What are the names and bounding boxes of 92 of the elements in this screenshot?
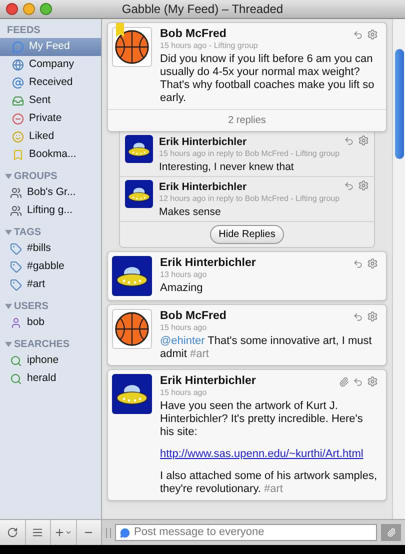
sidebar-item[interactable]: iphone	[0, 352, 101, 370]
section-header: USERS	[14, 300, 48, 314]
grip-icon[interactable]	[106, 528, 111, 538]
caret-icon[interactable]	[65, 529, 72, 536]
sidebar-item[interactable]: Private	[0, 110, 101, 128]
author-name: Erik Hinterbichler	[159, 180, 248, 194]
message-text: Makes sense	[159, 206, 222, 218]
tag-icon	[10, 279, 22, 291]
sidebar-item[interactable]: bob	[0, 314, 101, 332]
author-name: Erik Hinterbichler	[160, 256, 257, 270]
post-meta: 12 hours ago in reply to Bob McFred - Lifting group	[159, 194, 340, 204]
settings-icon[interactable]	[367, 29, 378, 40]
link[interactable]: http://www.sas.upenn.edu/~kurthi/Art.html	[160, 448, 364, 460]
author-name: Erik Hinterbichler	[159, 135, 248, 149]
sidebar-item[interactable]: Liked	[0, 128, 101, 146]
basketball-avatar	[112, 27, 152, 67]
group-icon	[10, 205, 22, 217]
author-name: Bob McFred	[160, 309, 228, 323]
bookmark-icon	[12, 149, 24, 161]
settings-icon[interactable]	[367, 376, 378, 387]
author-name: Erik Hinterbichler	[160, 374, 257, 388]
ufo-avatar	[125, 135, 153, 163]
sidebar-item[interactable]: Received	[0, 74, 101, 92]
message-text: Interesting, I never knew that	[159, 161, 295, 173]
author-name: Bob McFred	[160, 27, 228, 41]
basketball-avatar	[112, 309, 152, 349]
post-meta: 13 hours ago	[160, 270, 207, 280]
settings-icon[interactable]	[367, 258, 378, 269]
paperclip-icon	[386, 528, 396, 537]
section-header: SEARCHES	[14, 338, 70, 352]
tag-icon	[10, 243, 22, 255]
ufo-avatar	[112, 256, 152, 296]
settings-icon[interactable]	[367, 311, 378, 322]
post-meta: 15 hours ago	[160, 388, 207, 398]
disclosure-triangle-icon[interactable]	[5, 341, 12, 348]
at-sign-icon	[12, 77, 24, 89]
refresh-icon[interactable]	[6, 527, 18, 538]
reply-icon[interactable]	[344, 136, 354, 146]
disclosure-triangle-icon[interactable]	[5, 229, 12, 236]
disclosure-triangle-icon[interactable]	[5, 303, 12, 310]
reply-icon[interactable]	[344, 180, 354, 190]
scrollbar[interactable]	[392, 19, 405, 519]
minus-circle-icon	[12, 113, 24, 125]
sidebar-item[interactable]: Lifting g...	[0, 202, 101, 220]
ufo-avatar	[112, 374, 152, 414]
user-icon	[10, 317, 22, 329]
message-text: Did you know if you lift before 6 am you can usually do 4-5x your normal max weight? That's why football coaches make you lift so early.	[160, 53, 376, 105]
tray-icon	[12, 95, 24, 107]
message-text: @ehinter That's some innovative art, I must admit #art	[160, 335, 373, 361]
sidebar-item[interactable]: herald	[0, 370, 101, 388]
disclosure-triangle-icon[interactable]	[5, 173, 12, 180]
reply-icon[interactable]	[353, 376, 363, 386]
reply-icon[interactable]	[353, 312, 363, 322]
post-meta: 15 hours ago in reply to Bob McFred - Lifting group	[159, 149, 340, 159]
settings-icon[interactable]	[358, 135, 369, 146]
sidebar-item[interactable]: Bob's Gr...	[0, 184, 101, 202]
tag-icon	[10, 261, 22, 273]
globe-icon	[12, 59, 24, 71]
sidebar-item[interactable]: #gabble	[0, 258, 101, 276]
menu-icon[interactable]	[32, 527, 44, 538]
sidebar-item[interactable]: #bills	[0, 240, 101, 258]
section-header: TAGS	[14, 226, 42, 240]
zoom-button[interactable]	[40, 3, 52, 15]
sidebar-item[interactable]: #art	[0, 276, 101, 294]
post-meta: 15 hours ago	[160, 323, 207, 333]
search-icon	[10, 373, 22, 385]
minimize-button[interactable]	[23, 3, 35, 15]
sidebar-item[interactable]: Bookma...	[0, 146, 101, 164]
settings-icon[interactable]	[358, 180, 369, 191]
reply-icon[interactable]	[353, 30, 363, 40]
smiley-icon	[12, 131, 24, 143]
hide-replies-button[interactable]: Hide Replies	[210, 225, 284, 244]
sidebar-item[interactable]: Company	[0, 56, 101, 74]
speech-bubble-icon	[120, 528, 130, 538]
paperclip-icon[interactable]	[339, 376, 349, 386]
add-icon[interactable]	[54, 527, 66, 538]
post-meta: 15 hours ago - Lifting group	[160, 41, 258, 51]
replies-count[interactable]: 2 replies	[108, 109, 386, 131]
search-icon	[10, 355, 22, 367]
attach-button[interactable]	[381, 524, 401, 541]
message-text: Have you seen the artwork of Kurt J. Hinterbichler? It's pretty incredible. Here's his site:	[160, 400, 364, 439]
reply-icon[interactable]	[353, 258, 363, 268]
message-text: Amazing	[160, 282, 204, 295]
group-icon	[10, 187, 22, 199]
sidebar-item[interactable]: Sent	[0, 92, 101, 110]
section-header: FEEDS	[6, 24, 40, 38]
close-button[interactable]	[6, 3, 18, 15]
message-text: I also attached some of his artwork samples, they're revolutionary. #art	[160, 470, 378, 496]
ufo-avatar	[125, 180, 153, 208]
window-title: Gabble (My Feed) – Threaded	[122, 1, 284, 18]
speech-bubble-icon	[12, 41, 24, 53]
section-header: GROUPS	[14, 170, 58, 184]
